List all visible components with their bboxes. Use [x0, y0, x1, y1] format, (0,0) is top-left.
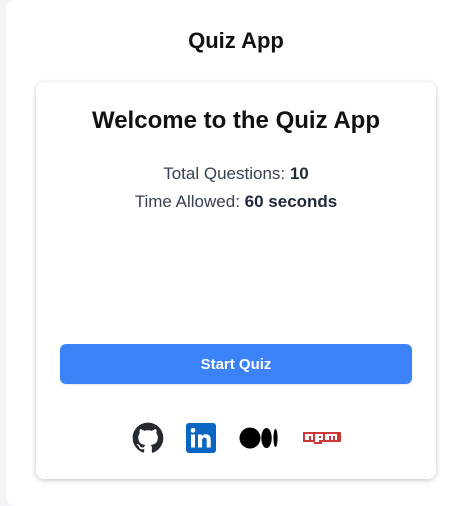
welcome-card: Welcome to the Quiz App Total Questions:… — [36, 82, 436, 479]
total-questions-label: Total Questions: — [163, 164, 290, 183]
start-quiz-button[interactable]: Start Quiz — [60, 344, 412, 384]
github-icon — [132, 422, 164, 453]
welcome-heading: Welcome to the Quiz App — [91, 107, 380, 134]
total-questions-line: Total Questions: 10 — [36, 164, 436, 184]
total-questions-value: 10 — [289, 164, 309, 183]
linkedin-link[interactable] — [186, 422, 216, 454]
time-allowed-label: Time Allowed: — [134, 192, 245, 211]
time-allowed-line: Time Allowed: 60 seconds — [36, 192, 436, 212]
medium-link[interactable] — [239, 422, 279, 454]
npm-icon — [303, 432, 341, 444]
github-link[interactable] — [132, 422, 164, 454]
npm-link[interactable] — [303, 422, 341, 454]
linkedin-icon — [186, 423, 216, 453]
medium-icon — [239, 427, 278, 449]
app-container: Quiz App Welcome to the Quiz App Total Q… — [6, 0, 451, 506]
social-links — [36, 422, 436, 454]
app-title: Quiz App — [188, 28, 284, 53]
time-allowed-value: 60 seconds — [244, 192, 338, 211]
